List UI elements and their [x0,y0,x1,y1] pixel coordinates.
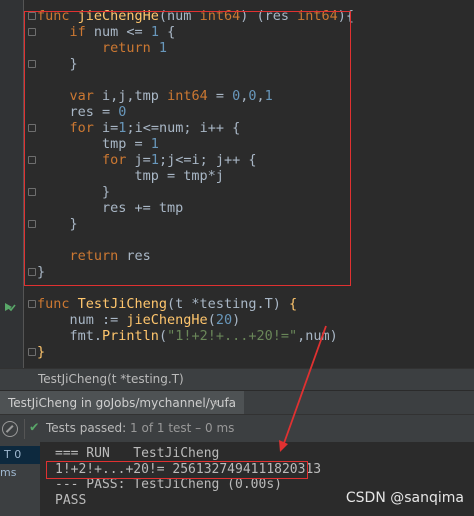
annotation-arrow [279,325,327,452]
